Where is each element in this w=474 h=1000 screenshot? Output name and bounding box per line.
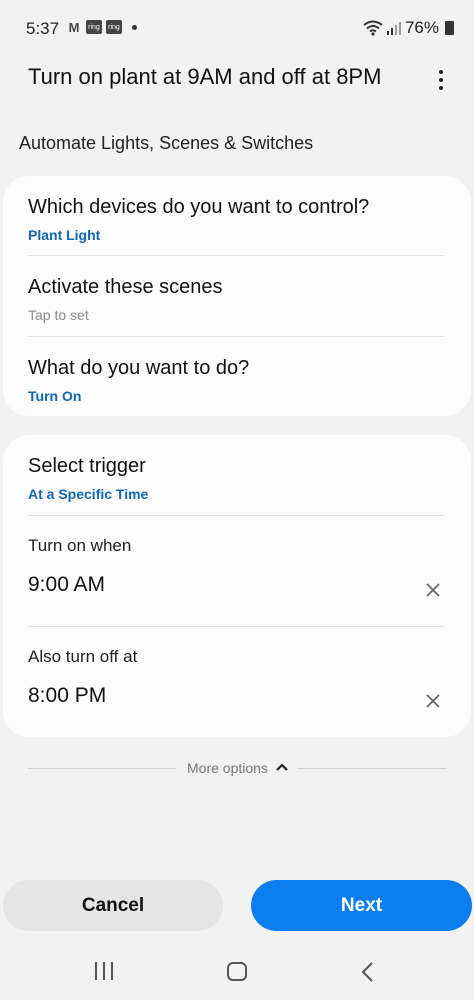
section-title: Automate Lights, Scenes & Switches <box>19 133 314 153</box>
battery-icon <box>445 21 454 35</box>
recents-icon[interactable] <box>95 962 113 982</box>
system-status: 76% <box>363 18 454 38</box>
divider <box>28 768 176 769</box>
status-bar: 5:37 M ring ring 76% <box>0 0 474 58</box>
ring-icon: ring <box>106 20 122 34</box>
more-notifications-dot-icon <box>132 24 137 30</box>
turn-on-label: Turn on when <box>28 536 132 555</box>
scenes-title: Activate these scenes <box>28 276 223 298</box>
ring-icon: ring <box>86 20 102 34</box>
divider <box>28 336 444 337</box>
action-row[interactable]: What do you want to do? Turn On <box>28 357 444 404</box>
system-nav-bar <box>0 950 474 1000</box>
more-options: More options <box>0 757 474 779</box>
wifi-icon <box>363 20 383 36</box>
back-icon[interactable] <box>360 961 374 983</box>
action-title: What do you want to do? <box>28 357 250 379</box>
action-value: Turn On <box>28 388 82 404</box>
scenes-value: Tap to set <box>28 307 89 323</box>
turn-off-time[interactable]: 8:00 PM <box>28 684 106 708</box>
devices-title: Which devices do you want to control? <box>28 196 370 218</box>
divider <box>28 255 444 256</box>
notification-icons: M ring ring <box>66 19 137 35</box>
trigger-card: Select trigger At a Specific Time Turn o… <box>3 435 471 737</box>
trigger-row[interactable]: Select trigger At a Specific Time <box>28 455 444 502</box>
page-title: Turn on plant at 9AM and off at 8PM <box>28 64 382 89</box>
turn-off-label: Also turn off at <box>28 647 138 666</box>
battery-percent: 76% <box>404 18 439 37</box>
divider <box>28 515 444 516</box>
gmail-icon: M <box>68 19 80 35</box>
divider <box>28 626 444 627</box>
devices-value: Plant Light <box>28 227 101 243</box>
more-vert-icon[interactable] <box>438 70 444 90</box>
signal-icon <box>386 22 401 35</box>
trigger-value: At a Specific Time <box>28 486 149 502</box>
action-card: Which devices do you want to control? Pl… <box>3 176 471 416</box>
scenes-row[interactable]: Activate these scenes Tap to set <box>28 276 444 323</box>
home-icon[interactable] <box>227 962 247 981</box>
more-options-label[interactable]: More options <box>187 760 268 776</box>
next-button[interactable]: Next <box>251 880 472 931</box>
chevron-up-icon[interactable] <box>274 760 290 774</box>
devices-row[interactable]: Which devices do you want to control? Pl… <box>28 196 444 243</box>
divider <box>297 768 447 769</box>
status-time: 5:37 <box>26 19 60 38</box>
clear-turn-off-close-icon[interactable] <box>425 693 441 709</box>
cancel-button[interactable]: Cancel <box>3 880 223 931</box>
turn-on-time[interactable]: 9:00 AM <box>28 573 105 597</box>
clear-turn-on-close-icon[interactable] <box>425 582 441 598</box>
trigger-title: Select trigger <box>28 455 146 477</box>
